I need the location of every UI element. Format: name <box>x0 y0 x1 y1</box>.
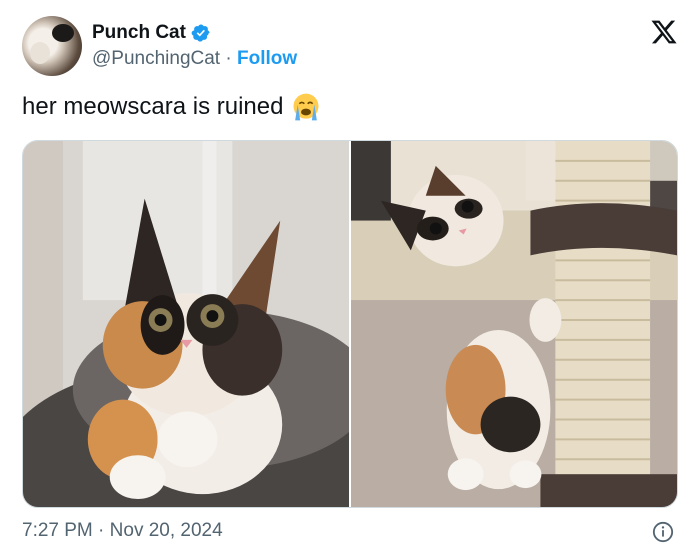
photo-kitten-post[interactable] <box>351 141 677 507</box>
handle-separator: · <box>225 48 237 69</box>
info-icon[interactable] <box>652 521 674 543</box>
author-name[interactable]: Punch Cat <box>92 21 186 45</box>
tweet-body: her meowscara is ruined <box>22 93 284 120</box>
tweet-card: Punch Cat @PunchingCat · Follow her meow… <box>0 0 700 552</box>
photo-kitten-bed[interactable] <box>23 141 349 507</box>
tweet-header: Punch Cat @PunchingCat · Follow <box>22 16 297 76</box>
follow-button[interactable]: Follow <box>237 48 297 69</box>
kitten-bed-image <box>23 141 349 507</box>
tweet-text: her meowscara is ruined <box>22 92 321 122</box>
x-logo-icon[interactable] <box>650 18 678 46</box>
handle-row: @PunchingCat · Follow <box>92 47 297 71</box>
tweet-time[interactable]: 7:27 PM <box>22 520 93 541</box>
author-handle[interactable]: @PunchingCat <box>92 48 220 69</box>
author-avatar[interactable] <box>22 16 82 76</box>
loudly-crying-face-icon <box>293 93 319 121</box>
verified-badge-icon <box>191 24 210 42</box>
author-info: Punch Cat @PunchingCat · Follow <box>92 21 297 71</box>
media-grid <box>22 140 678 508</box>
tweet-meta: 7:27 PM · Nov 20, 2024 <box>22 520 223 542</box>
kitten-post-image <box>351 141 677 507</box>
meta-separator: · <box>98 520 110 541</box>
tweet-date[interactable]: Nov 20, 2024 <box>110 520 223 541</box>
